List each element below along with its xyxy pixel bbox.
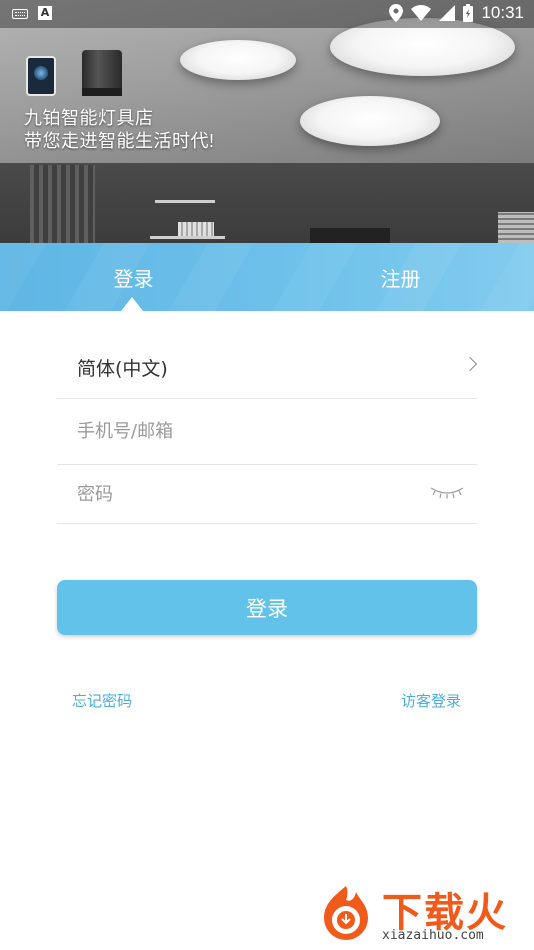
forgot-password-link[interactable]: 忘记密码 bbox=[72, 690, 132, 711]
password-input[interactable] bbox=[77, 465, 417, 523]
battery-icon bbox=[463, 4, 474, 22]
speaker-device-image bbox=[82, 50, 122, 96]
password-row bbox=[57, 465, 477, 524]
flame-logo-icon bbox=[324, 886, 368, 940]
wall-panel bbox=[30, 165, 95, 243]
ceiling-lamp-image bbox=[300, 96, 440, 146]
hero-banner: 九铂智能灯具店 带您走进智能生活时代! bbox=[0, 0, 534, 243]
cabinet bbox=[310, 228, 390, 243]
guest-login-link[interactable]: 访客登录 bbox=[401, 690, 461, 711]
chevron-right-icon bbox=[462, 356, 478, 372]
eye-closed-icon[interactable] bbox=[429, 485, 465, 499]
keyboard-icon bbox=[12, 9, 28, 19]
books bbox=[178, 222, 214, 236]
grid-decor bbox=[498, 212, 534, 243]
shelf bbox=[155, 200, 215, 203]
phone-email-input[interactable] bbox=[77, 399, 417, 464]
shelf bbox=[150, 236, 225, 239]
auth-tabs: 登录 注册 bbox=[0, 243, 534, 311]
status-time: 10:31 bbox=[481, 3, 524, 22]
active-tab-indicator bbox=[121, 297, 143, 311]
tab-register[interactable]: 注册 bbox=[267, 243, 534, 311]
wifi-icon bbox=[411, 5, 432, 21]
watermark-url: xiazaihuo.com bbox=[382, 928, 484, 943]
a-icon: A bbox=[38, 6, 52, 20]
signal-icon bbox=[439, 5, 456, 21]
ceiling-lamp-image bbox=[180, 40, 296, 80]
phone-email-row bbox=[57, 399, 477, 465]
login-button[interactable]: 登录 bbox=[57, 580, 477, 635]
watermark-logo: 下载火 xiazaihuo.com bbox=[316, 880, 530, 948]
location-icon bbox=[389, 4, 404, 22]
language-value: 简体(中文) bbox=[77, 358, 168, 380]
status-bar: A 10:31 bbox=[0, 0, 534, 28]
language-selector[interactable]: 简体(中文) bbox=[57, 333, 478, 399]
tablet-device-image bbox=[26, 56, 56, 96]
hero-subtitle: 带您走进智能生活时代! bbox=[24, 131, 215, 151]
